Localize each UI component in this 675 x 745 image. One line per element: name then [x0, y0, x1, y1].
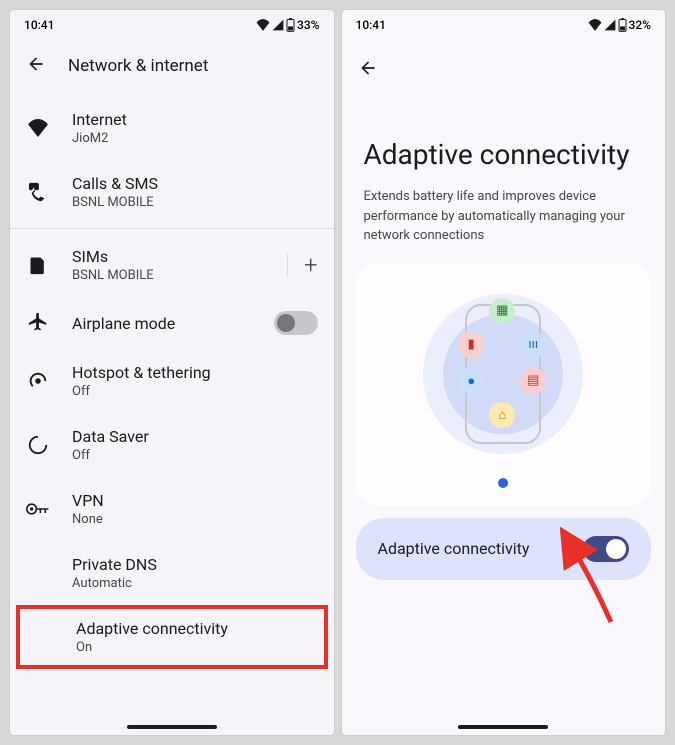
row-calls-sms[interactable]: Calls & SMS BSNL MOBILE: [10, 160, 334, 224]
status-time: 10:41: [356, 18, 386, 32]
battery-pct: 32%: [629, 18, 651, 32]
row-airplane[interactable]: Airplane mode: [10, 297, 334, 349]
row-sims[interactable]: SIMs BSNL MOBILE +: [10, 233, 334, 297]
row-vpn[interactable]: VPN None: [10, 477, 334, 541]
row-sub: BSNL MOBILE: [72, 268, 265, 283]
back-icon[interactable]: [26, 54, 46, 78]
row-sub: Off: [72, 384, 318, 399]
annotation-highlight: Adaptive connectivity On: [16, 605, 328, 669]
page-description: Extends battery life and improves device…: [342, 187, 666, 264]
wifi-icon: [588, 19, 602, 31]
battery-icon: [618, 18, 627, 32]
illustration: ▦ ▮ ııı ● ▤ ⌂: [418, 284, 588, 464]
back-icon[interactable]: [358, 58, 378, 82]
nav-pill[interactable]: [127, 725, 217, 729]
wifi-icon: [256, 19, 270, 31]
data-saver-icon: [26, 434, 50, 456]
sim-icon: [26, 255, 50, 275]
status-bar: 10:41 32%: [342, 10, 666, 40]
adaptive-toggle-row[interactable]: Adaptive connectivity: [356, 518, 652, 580]
signal-icon: [272, 19, 284, 31]
row-title: Private DNS: [72, 555, 318, 574]
app-bar: Network & internet: [10, 40, 334, 96]
row-hotspot[interactable]: Hotspot & tethering Off: [10, 349, 334, 413]
vpn-key-icon: [26, 502, 50, 516]
divider: [10, 228, 334, 229]
signal-icon: [604, 19, 616, 31]
adaptive-toggle[interactable]: [583, 536, 629, 562]
row-title: Internet: [72, 110, 318, 129]
screenshot-network-settings: 10:41 33% Network & internet Internet Ji…: [10, 10, 334, 735]
battery-icon: [286, 18, 295, 32]
airplane-toggle[interactable]: [274, 311, 318, 335]
row-data-saver[interactable]: Data Saver Off: [10, 413, 334, 477]
add-sim-icon[interactable]: +: [304, 251, 318, 279]
row-internet[interactable]: Internet JioM2: [10, 96, 334, 160]
status-bar: 10:41 33%: [10, 10, 334, 40]
node-icon: ▮: [458, 332, 484, 358]
row-title: Adaptive connectivity: [76, 619, 314, 638]
settings-list: Internet JioM2 Calls & SMS BSNL MOBILE S…: [10, 96, 334, 669]
node-icon: ▤: [520, 368, 546, 394]
node-icon: ⌂: [489, 402, 515, 428]
row-sub: On: [76, 640, 314, 655]
row-sub: BSNL MOBILE: [72, 195, 318, 210]
app-bar: [342, 40, 666, 100]
divider: [287, 253, 288, 277]
nav-pill[interactable]: [458, 725, 548, 729]
row-sub: JioM2: [72, 131, 318, 146]
status-time: 10:41: [24, 18, 54, 32]
pager-dot: [498, 478, 508, 488]
row-adaptive-connectivity[interactable]: Adaptive connectivity On: [20, 609, 324, 665]
node-icon: ●: [458, 368, 484, 394]
page-title: Network & internet: [68, 56, 208, 76]
row-sub: Automatic: [72, 576, 318, 591]
row-title: VPN: [72, 491, 318, 510]
page-title: Adaptive connectivity: [342, 100, 666, 187]
row-private-dns[interactable]: Private DNS Automatic: [10, 541, 334, 605]
toggle-label: Adaptive connectivity: [378, 539, 530, 558]
row-title: Hotspot & tethering: [72, 363, 318, 382]
node-icon: ııı: [520, 332, 546, 358]
row-sub: None: [72, 512, 318, 527]
phone-sms-icon: [26, 182, 50, 202]
battery-pct: 33%: [297, 18, 319, 32]
row-title: Calls & SMS: [72, 174, 318, 193]
row-title: Airplane mode: [72, 314, 252, 333]
row-title: SIMs: [72, 247, 265, 266]
illustration-card: ▦ ▮ ııı ● ▤ ⌂: [356, 264, 652, 506]
row-sub: Off: [72, 448, 318, 463]
node-icon: ▦: [489, 298, 515, 324]
hotspot-icon: [26, 370, 50, 392]
wifi-icon: [26, 119, 50, 137]
row-title: Data Saver: [72, 427, 318, 446]
airplane-icon: [26, 312, 50, 334]
screenshot-adaptive-connectivity: 10:41 32% Adaptive connectivity Extends …: [342, 10, 666, 735]
